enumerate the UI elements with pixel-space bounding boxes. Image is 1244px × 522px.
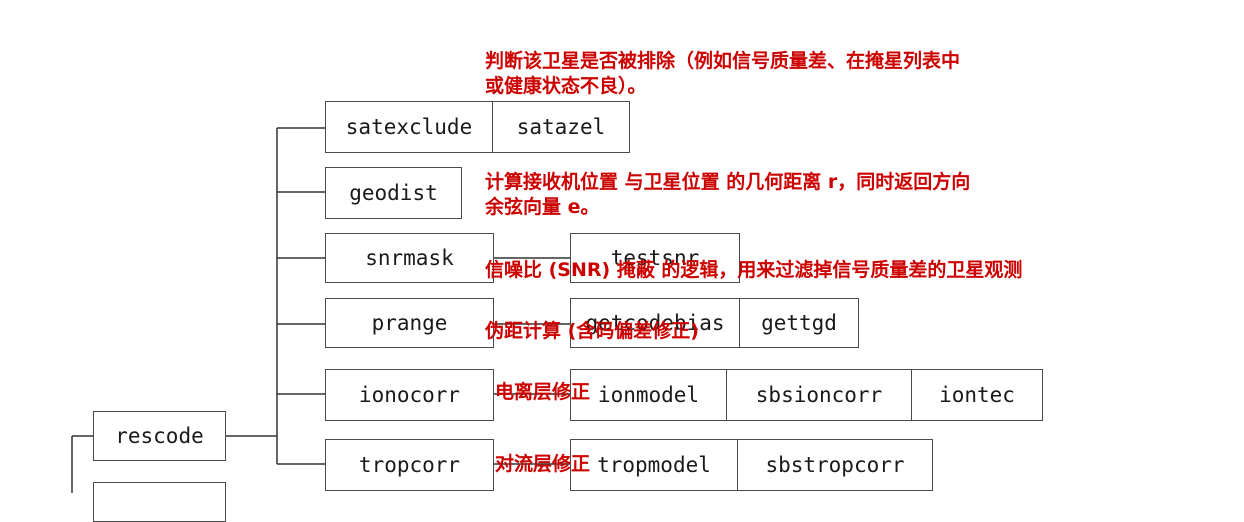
node-satexclude: satexclude [325, 101, 493, 153]
node-next-partial [93, 482, 226, 522]
node-geodist-label: geodist [349, 181, 438, 205]
annotation-satexclude-line2: 或健康状态不良）。 [485, 75, 647, 97]
node-prange-label: prange [371, 311, 448, 335]
node-sbstropcorr: sbstropcorr [737, 439, 933, 491]
node-satazel: satazel [492, 101, 630, 153]
annotation-snrmask: 信噪比 (SNR) 掩蔽 的逻辑，用来过滤掉信号质量差的卫星观测 [485, 259, 1023, 281]
node-ionmodel: ionmodel [570, 369, 727, 421]
node-gettgd: gettgd [739, 298, 859, 348]
node-iontec: iontec [911, 369, 1043, 421]
node-ionocorr: ionocorr [325, 369, 494, 421]
node-ionocorr-label: ionocorr [358, 383, 461, 407]
node-satazel-label: satazel [516, 115, 606, 139]
node-snrmask-label: snrmask [365, 246, 454, 270]
node-geodist: geodist [325, 167, 462, 219]
node-tropmodel: tropmodel [570, 439, 738, 491]
node-sbsioncorr: sbsioncorr [726, 369, 912, 421]
annotation-geodist-line1: 计算接收机位置 与卫星位置 的几何距离 r，同时返回方向 [485, 171, 971, 193]
node-rescode-label: rescode [115, 424, 204, 448]
annotation-satexclude-line1: 判断该卫星是否被排除（例如信号质量差、在掩星列表中 [485, 50, 961, 72]
node-sbstropcorr-label: sbstropcorr [765, 453, 905, 477]
node-gettgd-label: gettgd [761, 311, 837, 335]
node-satexclude-label: satexclude [345, 115, 473, 139]
node-prange: prange [325, 298, 494, 348]
node-snrmask: snrmask [325, 233, 494, 283]
node-iontec-label: iontec [939, 383, 1015, 407]
node-rescode: rescode [93, 411, 226, 461]
node-tropcorr-label: tropcorr [358, 453, 461, 477]
annotation-geodist-line2: 余弦向量 e。 [485, 196, 600, 218]
annotation-prange: 伪距计算 (含码偏差修正) [485, 320, 699, 342]
node-sbsioncorr-label: sbsioncorr [755, 383, 883, 407]
annotation-ionocorr: 电离层修正 [495, 381, 591, 403]
node-tropmodel-label: tropmodel [597, 453, 711, 477]
node-tropcorr: tropcorr [325, 439, 494, 491]
node-ionmodel-label: ionmodel [597, 383, 700, 407]
annotation-tropcorr: 对流层修正 [495, 453, 591, 475]
